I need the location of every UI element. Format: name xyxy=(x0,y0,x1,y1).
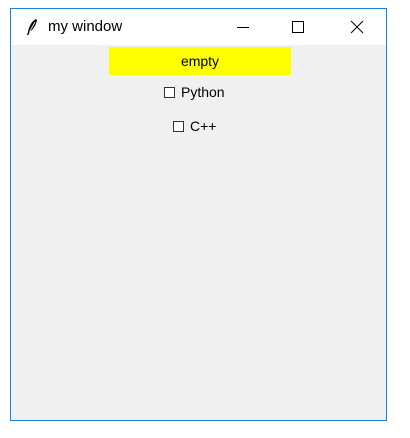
status-label: empty xyxy=(109,47,291,75)
minimize-icon xyxy=(237,27,249,28)
checkbox-box[interactable] xyxy=(164,86,175,98)
feather-icon xyxy=(25,18,39,36)
minimize-button[interactable] xyxy=(220,9,266,45)
checkbox-box[interactable] xyxy=(173,120,184,132)
title-bar[interactable]: my window xyxy=(11,9,386,45)
checkbox-label[interactable]: C++ xyxy=(190,118,216,134)
close-icon xyxy=(350,20,364,34)
checkbox-label[interactable]: Python xyxy=(181,84,225,100)
close-button[interactable] xyxy=(334,9,380,45)
checkbox-python[interactable]: Python xyxy=(164,83,225,101)
maximize-button[interactable] xyxy=(275,9,321,45)
checkbox-cpp[interactable]: C++ xyxy=(173,117,216,135)
maximize-icon xyxy=(292,21,304,33)
window-title: my window xyxy=(48,18,123,35)
app-window: my window empty Python C++ xyxy=(10,8,387,421)
